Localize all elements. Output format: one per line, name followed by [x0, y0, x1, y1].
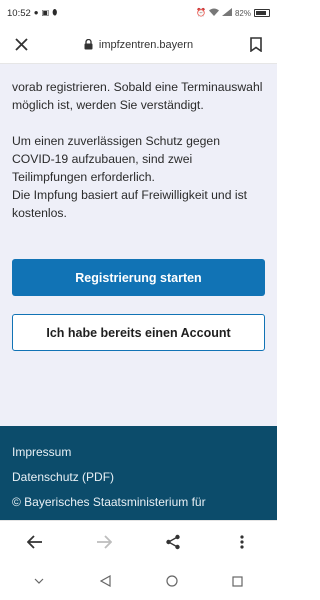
page-footer: Impressum Datenschutz (PDF) © Bayerische… [0, 426, 277, 520]
system-recents-button[interactable] [229, 572, 247, 590]
share-button[interactable] [160, 529, 186, 555]
triangle-back-icon [99, 575, 111, 587]
info-paragraph-2: Um einen zuverlässigen Schutz gegen COVI… [12, 134, 220, 184]
collapse-nav-button[interactable] [30, 572, 48, 590]
share-icon [166, 534, 180, 549]
chevron-down-icon [34, 578, 44, 584]
system-nav-bar [0, 562, 277, 600]
notification-icon: ● [33, 8, 39, 17]
arrow-right-icon [96, 534, 112, 549]
bookmark-icon [250, 37, 262, 52]
status-time: 10:52 [7, 7, 31, 19]
image-notification-icon: ▣ [41, 8, 50, 17]
system-home-button[interactable] [163, 572, 181, 590]
circle-home-icon [166, 575, 178, 587]
info-paragraph-1: vorab registrieren. Sobald eine Terminau… [12, 80, 263, 112]
back-button[interactable] [22, 529, 48, 555]
footer-link-privacy[interactable]: Datenschutz (PDF) [12, 469, 265, 485]
main-content: vorab registrieren. Sobald eine Terminau… [0, 64, 277, 426]
battery-percent: 82% [234, 8, 251, 18]
url-text: impfzentren.bayern [98, 38, 194, 51]
info-paragraph-3: Die Impfung basiert auf Freiwilligkeit u… [12, 188, 248, 220]
more-menu-button[interactable] [229, 529, 255, 555]
forward-button[interactable] [91, 529, 117, 555]
start-registration-button[interactable]: Registrierung starten [12, 259, 265, 296]
bookmark-button[interactable] [247, 36, 265, 54]
lock-icon [84, 39, 93, 50]
system-back-button[interactable] [96, 572, 114, 590]
wifi-icon [208, 8, 219, 18]
battery-icon [254, 9, 270, 17]
close-icon [14, 38, 28, 51]
status-right: ⏰ 82% [196, 8, 270, 18]
status-left: 10:52 ● ▣ ⬮ [7, 8, 57, 19]
browser-bottom-nav [0, 520, 277, 562]
drop-notification-icon: ⬮ [52, 8, 58, 17]
close-tab-button[interactable] [12, 36, 30, 54]
footer-link-impressum[interactable]: Impressum [12, 444, 265, 460]
status-bar: 10:52 ● ▣ ⬮ ⏰ 82% [0, 0, 277, 26]
existing-account-button[interactable]: Ich habe bereits einen Account [12, 314, 265, 351]
arrow-left-icon [26, 534, 42, 549]
footer-copyright: © Bayerisches Staatsministerium für [12, 495, 206, 509]
square-recents-icon [232, 575, 243, 587]
more-vertical-icon [240, 534, 244, 549]
alarm-icon: ⏰ [196, 8, 206, 17]
signal-icon [221, 8, 232, 18]
browser-toolbar: impfzentren.bayern [0, 26, 277, 64]
url-bar[interactable]: impfzentren.bayern [84, 39, 193, 51]
